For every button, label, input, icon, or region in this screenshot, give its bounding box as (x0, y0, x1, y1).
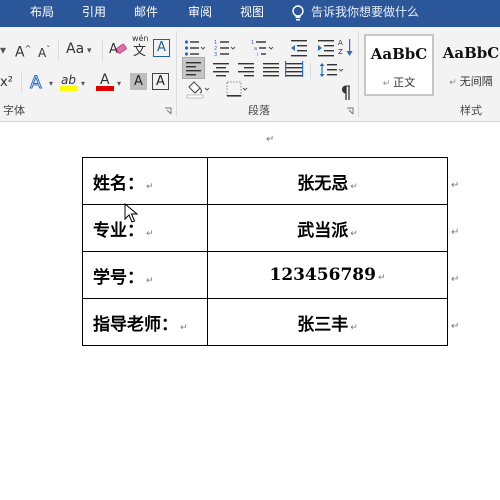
table-cell-value[interactable]: 123456789 ↵ (207, 251, 448, 299)
show-hide-marks-icon[interactable] (338, 84, 354, 102)
text-effects-icon[interactable]: A (28, 72, 48, 93)
separator (58, 39, 59, 61)
highlight-button[interactable]: ab (60, 72, 80, 92)
style-no-spacing[interactable]: AaBbC ↵ 无间隔 (436, 34, 500, 96)
style-no-spacing-name: ↵ 无间隔 (449, 75, 493, 88)
ribbon-tab-bar: 布局 引用 邮件 审阅 视图 告诉我你想要做什么 (0, 0, 500, 27)
font-color-button[interactable]: A (96, 72, 116, 92)
tab-review[interactable]: 审阅 (188, 0, 212, 27)
superscript-button[interactable]: x² (0, 74, 13, 92)
ribbon-home: ▾ A^ Aˇ Aa ▾ A wén 文 A x² A ▾ ab ▾ A ▾ A… (0, 27, 500, 122)
line-spacing-icon[interactable] (318, 61, 344, 79)
phonetic-guide-char: 文 (133, 44, 147, 59)
shading-icon[interactable] (185, 79, 211, 99)
change-case-button[interactable]: Aa ▾ (66, 40, 92, 60)
paragraph-group-label: 段落 (248, 104, 270, 117)
table-cell-label[interactable]: 学号： ↵ (82, 251, 208, 299)
distributed-icon[interactable] (284, 59, 304, 79)
row-end-mark: ↵ (451, 180, 460, 191)
table-cell-label[interactable]: 指导老师： ↵ (82, 298, 208, 346)
font-color-dropdown-arrow[interactable]: ▾ (117, 75, 121, 93)
multilevel-list-icon[interactable]: 1 a i (251, 39, 275, 57)
svg-text:A: A (30, 73, 42, 92)
style-normal[interactable]: AaBbC ↵ 正文 (364, 34, 434, 96)
grow-font-button[interactable]: A^ (15, 40, 31, 62)
font-color-bar (96, 86, 114, 91)
table-row: 学号： ↵ 123456789 ↵ (82, 251, 448, 299)
row-end-mark: ↵ (451, 274, 460, 285)
style-normal-sample: AaBbC (370, 45, 428, 63)
table-cell-value[interactable]: 张三丰 ↵ (207, 298, 448, 346)
table-cell-value[interactable]: 张无忌 ↵ (207, 157, 448, 205)
table-cell-label[interactable]: 专业： ↵ (82, 204, 208, 252)
row-end-mark: ↵ (451, 227, 460, 238)
styles-group-label: 样式 (460, 104, 482, 117)
lightbulb-icon (292, 5, 304, 21)
tell-me-text: 告诉我你想要做什么 (311, 5, 420, 19)
separator (21, 71, 22, 93)
bullets-icon[interactable] (184, 39, 206, 57)
style-normal-name: ↵ 正文 (382, 76, 416, 89)
highlight-dropdown-arrow[interactable]: ▾ (81, 75, 85, 93)
align-left-button[interactable] (182, 57, 205, 79)
table-cell-value[interactable]: 武当派 ↵ (207, 204, 448, 252)
paragraph-mark: ↵ (266, 134, 275, 145)
clear-formatting-icon[interactable]: A (109, 40, 127, 56)
row-end-mark: ↵ (451, 321, 460, 332)
group-separator (176, 31, 177, 117)
font-dialog-launcher-icon[interactable] (164, 107, 172, 115)
info-table[interactable]: 姓名： ↵ 张无忌 ↵ 专业： ↵ 武当派 ↵ 学号： ↵ 123456789 ↵ 指导老师… (82, 157, 448, 346)
group-separator (358, 31, 359, 117)
svg-text:Z: Z (338, 48, 343, 56)
borders-icon[interactable] (226, 81, 250, 99)
phonetic-guide-button[interactable]: wén 文 (131, 34, 151, 59)
char-border-button[interactable]: A (152, 73, 169, 90)
table-row: 指导老师： ↵ 张三丰 ↵ (82, 298, 448, 346)
increase-indent-icon[interactable] (316, 39, 336, 57)
separator (102, 39, 103, 61)
align-right-icon[interactable] (236, 59, 256, 79)
font-size-dropdown-arrow[interactable]: ▾ (0, 41, 6, 59)
font-group-label: 字体 (3, 104, 25, 117)
svg-text:A: A (338, 39, 343, 47)
separator (310, 63, 311, 79)
tab-layout[interactable]: 布局 (30, 0, 54, 27)
style-no-spacing-sample: AaBbC (442, 44, 500, 62)
align-left-icon (186, 62, 201, 76)
tab-mailings[interactable]: 邮件 (134, 0, 158, 27)
tab-references[interactable]: 引用 (82, 0, 106, 27)
numbering-icon[interactable]: 1 2 3 (214, 39, 236, 57)
svg-text:3: 3 (214, 52, 217, 57)
document-page[interactable]: ↵ 姓名： ↵ 张无忌 ↵ 专业： ↵ 武当派 ↵ 学号： ↵ 123456789 ↵ 指导… (0, 123, 500, 500)
decrease-indent-icon[interactable] (289, 39, 309, 57)
tab-view[interactable]: 视图 (240, 0, 264, 27)
justify-icon[interactable] (261, 59, 281, 79)
sort-icon[interactable]: A Z (338, 37, 354, 59)
mouse-cursor-icon (124, 203, 138, 223)
table-cell-label[interactable]: 姓名： ↵ (82, 157, 208, 205)
paragraph-dialog-launcher-icon[interactable] (346, 107, 354, 115)
enclosed-char-button[interactable]: A (153, 39, 170, 57)
svg-text:i: i (257, 52, 258, 57)
table-row: 姓名： ↵ 张无忌 ↵ (82, 157, 448, 205)
char-shading-button[interactable]: A (130, 73, 147, 90)
text-effects-dropdown-arrow[interactable]: ▾ (49, 75, 53, 93)
shrink-font-button[interactable]: Aˇ (38, 41, 50, 62)
align-center-icon[interactable] (211, 59, 231, 79)
highlight-color-bar (60, 86, 78, 91)
